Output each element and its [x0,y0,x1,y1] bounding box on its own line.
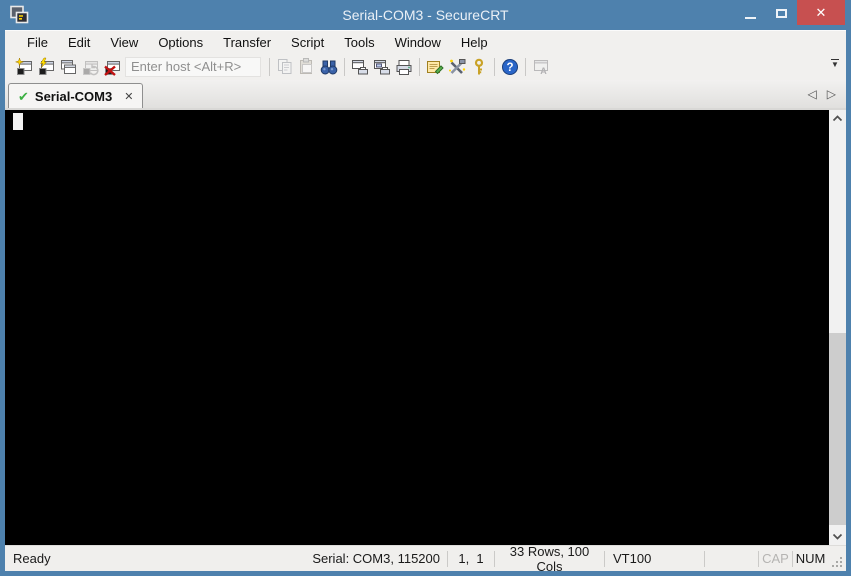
svg-text:A: A [540,66,547,76]
print-selection-button[interactable] [371,56,393,78]
chevron-down-icon [832,533,843,540]
toolbar-separator [344,57,345,76]
terminal-cursor [13,113,23,130]
tab-close-icon[interactable]: ✕ [124,90,133,103]
prev-tab-arrow-icon[interactable]: ◁ [808,87,817,101]
session-window-button[interactable]: A [530,56,552,78]
maximize-button[interactable] [765,0,797,25]
paste-icon [300,57,312,74]
connect-icon [39,57,54,75]
session-options-icon [427,60,444,74]
key-agent-button[interactable] [468,56,490,78]
status-bar: Ready Serial: COM3, 115200 1, 1 33 Rows,… [5,543,846,574]
maximize-icon [775,9,787,18]
status-terminal-size: 33 Rows, 100 Cols [509,543,590,574]
menu-transfer[interactable]: Transfer [213,33,281,52]
print-icon [396,59,412,75]
connect-in-tab-icon [61,59,76,74]
connect-in-tab-button[interactable] [57,56,79,78]
next-tab-arrow-icon[interactable]: ▷ [827,87,836,101]
disconnect-icon [104,60,120,76]
terminal-screen[interactable] [5,110,829,545]
help-icon: ? [502,58,518,75]
svg-text:?: ? [506,62,513,74]
print-button[interactable] [393,56,415,78]
help-button[interactable]: ? [499,56,521,78]
copy-icon [278,58,292,74]
vertical-scrollbar[interactable] [829,110,846,545]
quick-connect-icon [14,56,32,75]
quick-connect-button[interactable] [13,56,35,78]
window-content: File Edit View Options Transfer Script T… [5,30,846,574]
menu-file[interactable]: File [17,33,58,52]
scroll-up-button[interactable] [829,110,846,127]
toolbar-overflow-button[interactable]: ▼ [828,59,842,69]
scrollbar-thumb[interactable] [829,333,846,525]
status-caps-lock: CAP [762,551,789,566]
minimize-button[interactable] [735,0,765,25]
tab-bar: ✔ Serial-COM3 ✕ ◁ ▷ [5,80,846,108]
tab-label: Serial-COM3 [34,88,113,104]
menu-script[interactable]: Script [281,33,334,52]
minimize-icon [744,16,756,19]
print-screen-button[interactable] [349,56,371,78]
scrollbar-track[interactable] [829,127,846,528]
menu-help[interactable]: Help [451,33,498,52]
status-cursor-position: 1, 1 [458,551,484,566]
toolbar-separator [525,57,526,76]
securecrt-window: Serial-COM3 - SecureCRT ✕ File Edit View… [0,0,851,576]
scroll-down-button[interactable] [829,528,846,545]
toolbar-separator [269,57,270,76]
status-ready: Ready [13,551,51,566]
host-input[interactable] [125,56,261,77]
menu-window[interactable]: Window [385,33,451,52]
tab-serial-com3[interactable]: ✔ Serial-COM3 ✕ [8,83,144,108]
close-icon: ✕ [815,4,827,20]
menu-bar: File Edit View Options Transfer Script T… [5,30,846,53]
global-options-icon [449,58,466,74]
menu-options[interactable]: Options [148,33,213,52]
paste-button[interactable] [296,56,318,78]
connected-check-icon: ✔ [18,88,29,104]
window-title: Serial-COM3 - SecureCRT [342,7,509,23]
session-options-button[interactable] [424,56,446,78]
reconnect-icon [83,60,99,75]
titlebar: Serial-COM3 - SecureCRT ✕ [0,0,851,30]
copy-button[interactable] [274,56,296,78]
toolbar-separator [494,57,495,76]
toolbar-separator [419,57,420,76]
resize-grip[interactable] [828,546,846,571]
toolbar-overflow-icon: ▼ [831,60,839,69]
print-screen-icon [352,59,368,74]
connect-button[interactable] [35,56,57,78]
status-separator [704,550,705,567]
menu-tools[interactable]: Tools [334,33,384,52]
toolbar: ? A ▼ [5,53,846,80]
status-serial-connection: Serial: COM3, 115200 [312,551,440,566]
disconnect-button[interactable] [101,56,123,78]
status-num-lock: NUM [795,551,826,566]
resize-grip-icon [832,557,842,567]
key-agent-icon [474,58,484,74]
monitor-letter-a-icon: A [534,59,548,76]
find-button[interactable] [318,56,340,78]
print-selection-icon [374,59,390,74]
chevron-up-icon [832,115,843,122]
terminal-client-area [5,108,846,545]
menu-edit[interactable]: Edit [58,33,100,52]
close-button[interactable]: ✕ [797,0,845,25]
reconnect-button[interactable] [79,56,101,78]
global-options-button[interactable] [446,56,468,78]
status-emulation: VT100 [613,551,652,566]
find-icon [320,60,338,74]
menu-view[interactable]: View [100,33,148,52]
